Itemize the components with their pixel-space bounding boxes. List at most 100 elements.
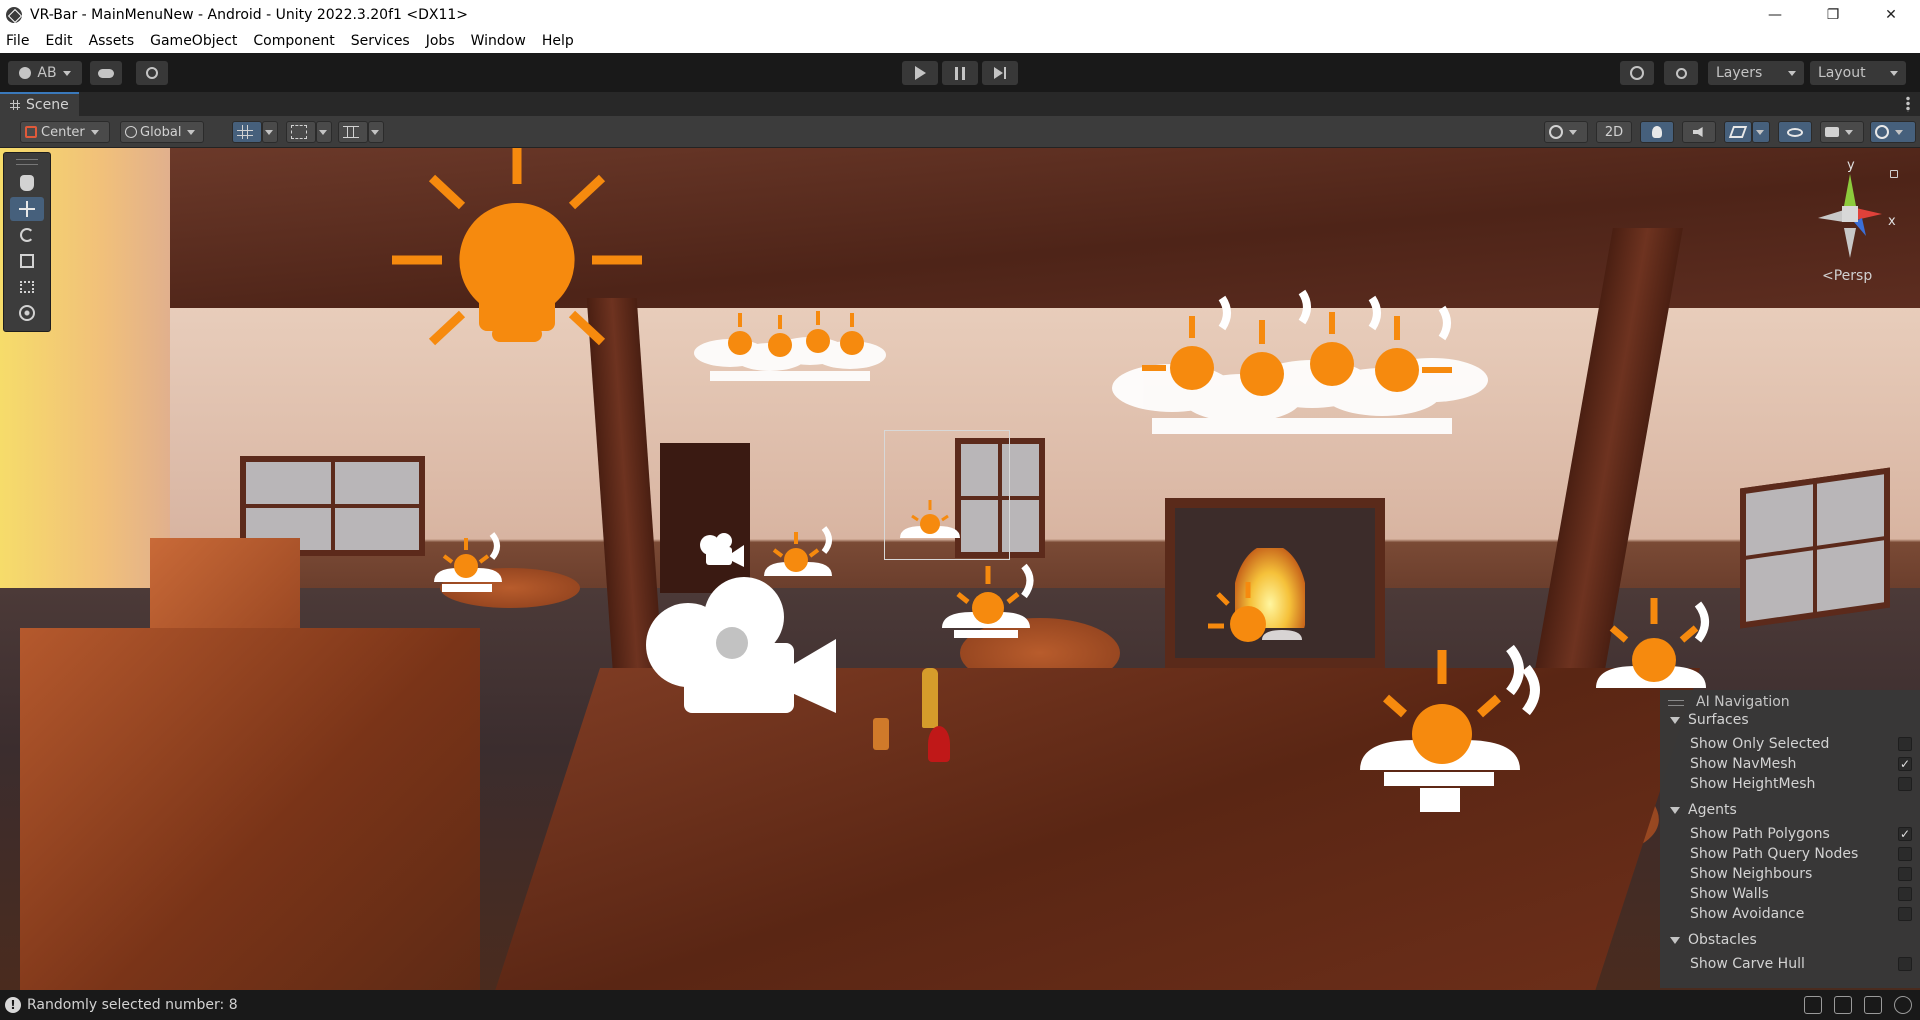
increment-snap-menu[interactable] — [316, 121, 332, 143]
grid-icon — [10, 100, 20, 110]
checkbox[interactable] — [1898, 777, 1912, 791]
toggle-show-path-polygons[interactable]: Show Path Polygons ✓ — [1690, 824, 1912, 844]
camera-gizmo[interactable] — [640, 573, 840, 723]
camera-settings-dropdown[interactable] — [1820, 121, 1864, 143]
chevron-down-icon — [187, 129, 196, 135]
menu-services[interactable]: Services — [343, 29, 418, 53]
undo-history-button[interactable] — [1620, 61, 1654, 85]
minimize-button[interactable]: — — [1746, 0, 1804, 29]
collab-button[interactable] — [136, 61, 168, 85]
chandelier-lights-right[interactable] — [1112, 268, 1492, 468]
more-options-icon[interactable] — [1906, 96, 1910, 112]
checkbox[interactable] — [1898, 887, 1912, 901]
scene-viewport[interactable] — [0, 148, 1920, 990]
rotate-tool-button[interactable] — [10, 223, 44, 247]
menu-jobs[interactable]: Jobs — [418, 29, 463, 53]
gizmos-dropdown[interactable] — [1870, 121, 1916, 143]
status-message[interactable]: Randomly selected number: 8 — [27, 997, 238, 1013]
progress-check-icon[interactable] — [1894, 996, 1912, 1014]
pause-button[interactable] — [942, 61, 978, 85]
globe-icon — [125, 126, 137, 138]
projection-label[interactable]: <Persp — [1822, 268, 1872, 284]
pivot-space-dropdown[interactable]: Global — [120, 121, 204, 143]
checkbox[interactable] — [1898, 907, 1912, 921]
checkbox[interactable] — [1898, 847, 1912, 861]
tab-scene[interactable]: Scene — [0, 92, 79, 116]
grid-snapping-menu[interactable] — [262, 121, 278, 143]
checkbox-checked[interactable]: ✓ — [1898, 757, 1912, 771]
layers-dropdown[interactable]: Layers — [1708, 61, 1804, 85]
effects-menu[interactable] — [1752, 121, 1770, 143]
effects-layers-icon — [1728, 126, 1748, 138]
pivot-mode-dropdown[interactable]: Center — [20, 121, 110, 143]
toggle-show-walls[interactable]: Show Walls — [1690, 884, 1912, 904]
camera-gizmo-small[interactable] — [698, 533, 746, 569]
move-tool-button[interactable] — [10, 197, 44, 221]
toggle-show-only-selected[interactable]: Show Only Selected — [1690, 734, 1912, 754]
option-label: Show Avoidance — [1690, 906, 1805, 922]
account-button[interactable]: AB — [8, 61, 82, 85]
close-button[interactable]: ✕ — [1862, 0, 1920, 29]
toggle-show-navmesh[interactable]: Show NavMesh ✓ — [1690, 754, 1912, 774]
toggle-show-avoidance[interactable]: Show Avoidance — [1690, 904, 1912, 924]
hand-tool-button[interactable] — [10, 171, 44, 195]
toggle-show-heightmesh[interactable]: Show HeightMesh — [1690, 774, 1912, 794]
grid-visibility-menu[interactable] — [368, 121, 384, 143]
point-light-gizmo-selected[interactable] — [892, 494, 972, 554]
menu-window[interactable]: Window — [463, 29, 534, 53]
menu-file[interactable]: File — [0, 29, 37, 53]
overlay-drag-handle[interactable] — [1668, 700, 1684, 706]
checkbox-checked[interactable]: ✓ — [1898, 827, 1912, 841]
increment-snap-toggle[interactable] — [286, 121, 316, 143]
2d-mode-toggle[interactable]: 2D — [1596, 121, 1632, 143]
status-bar: ! Randomly selected number: 8 — [0, 990, 1920, 1020]
menu-edit[interactable]: Edit — [37, 29, 80, 53]
scale-tool-button[interactable] — [10, 249, 44, 273]
chandelier-lights-center[interactable] — [690, 293, 890, 403]
menu-gameobject[interactable]: GameObject — [142, 29, 245, 53]
transform-tool-button[interactable] — [10, 301, 44, 325]
checkbox[interactable] — [1898, 957, 1912, 971]
point-light-gizmo[interactable] — [936, 558, 1046, 658]
scale-icon — [20, 254, 34, 268]
audio-toggle[interactable] — [1682, 121, 1716, 143]
obstacles-section-header[interactable]: Obstacles — [1670, 932, 1757, 948]
orientation-gizmo[interactable]: y x — [1808, 158, 1898, 272]
bottle — [922, 668, 938, 728]
rect-tool-button[interactable] — [10, 275, 44, 299]
menu-component[interactable]: Component — [245, 29, 342, 53]
search-button[interactable] — [1664, 61, 1698, 85]
cache-server-icon[interactable] — [1864, 996, 1882, 1014]
checkbox[interactable] — [1898, 867, 1912, 881]
agents-section-header[interactable]: Agents — [1670, 802, 1737, 818]
grid-visibility-toggle[interactable] — [338, 121, 368, 143]
toggle-show-path-query-nodes[interactable]: Show Path Query Nodes — [1690, 844, 1912, 864]
menu-help[interactable]: Help — [534, 29, 582, 53]
lighting-toggle[interactable] — [1640, 121, 1674, 143]
step-button[interactable] — [982, 61, 1018, 85]
play-button[interactable] — [902, 61, 938, 85]
shading-mode-dropdown[interactable] — [1544, 121, 1588, 143]
checkbox[interactable] — [1898, 737, 1912, 751]
info-icon: ! — [5, 997, 21, 1013]
lock-icon[interactable] — [1890, 170, 1898, 178]
layers-stack-icon[interactable] — [1834, 996, 1852, 1014]
menu-assets[interactable]: Assets — [81, 29, 143, 53]
debug-bug-icon[interactable] — [1804, 996, 1822, 1014]
maximize-button[interactable]: ❐ — [1804, 0, 1862, 29]
cloud-button[interactable] — [90, 61, 122, 85]
effects-toggle[interactable] — [1724, 121, 1752, 143]
layout-dropdown[interactable]: Layout — [1810, 61, 1906, 85]
point-light-gizmo[interactable] — [422, 526, 512, 606]
chevron-down-icon — [1845, 129, 1853, 135]
toggle-show-carve-hull[interactable]: Show Carve Hull — [1690, 954, 1912, 974]
directional-light-gizmo[interactable] — [392, 148, 642, 358]
hidden-objects-toggle[interactable] — [1778, 121, 1812, 143]
toggle-show-neighbours[interactable]: Show Neighbours — [1690, 864, 1912, 884]
chevron-down-icon — [62, 70, 71, 76]
point-light-gizmo-large[interactable] — [1350, 638, 1550, 828]
point-light-gizmo[interactable] — [1200, 568, 1310, 668]
surfaces-section-header[interactable]: Surfaces — [1670, 712, 1749, 728]
palette-drag-handle[interactable] — [16, 159, 38, 165]
grid-snapping-toggle[interactable] — [232, 121, 262, 143]
